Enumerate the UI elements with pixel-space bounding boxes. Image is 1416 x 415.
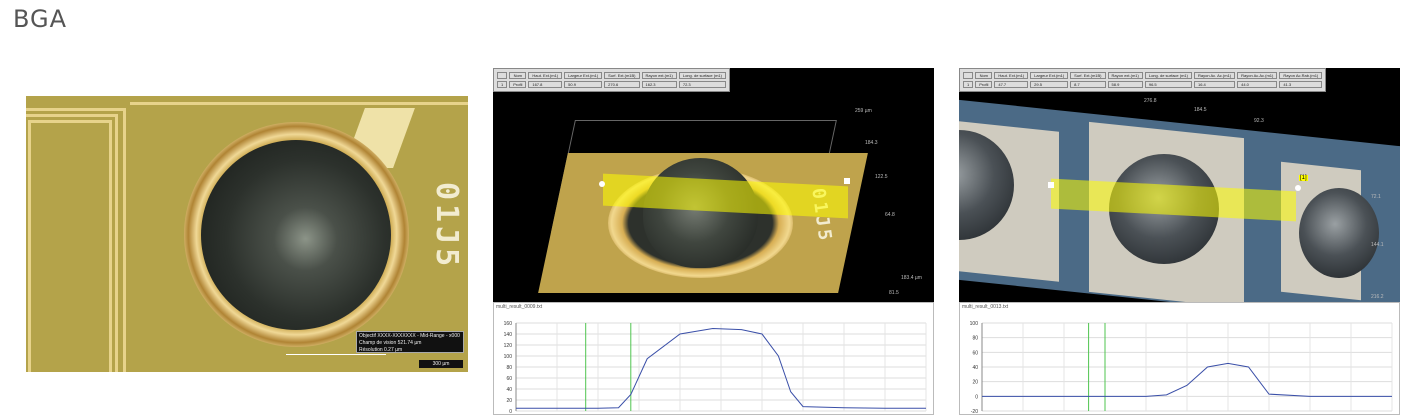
measurement-table: Nom Haut. Ext.(m1) Largeur Ext.(m1) Surf. E… [959, 68, 1327, 92]
table-cell [497, 72, 508, 79]
profile-chart: 160 140 120 100 80 60 40 20 0 [504, 321, 927, 415]
table-cell: Long. de surface (m1) [1144, 72, 1192, 79]
circuit-trace [130, 96, 468, 105]
profile-graph-bga[interactable]: multi_result_0009.txt 160 140 120 100 80 60 40… [493, 302, 934, 415]
table-cell: 41.3 [1279, 81, 1323, 88]
y-tick-label: 40 [972, 365, 978, 371]
table-cell: Surf. Ext.(m1B) [1070, 72, 1106, 79]
measurement-table: Nom Haut. Ext.(m1) Largeur Ext.(m1) Surf. E… [493, 68, 730, 92]
y-tick-label: 60 [972, 350, 978, 356]
circuit-trace [28, 120, 112, 372]
solder-ball-dome [1299, 188, 1379, 278]
table-cell: 58.9 [1107, 81, 1143, 88]
axis-label: 216.2 [1371, 294, 1384, 300]
y-tick-label: 120 [504, 343, 513, 349]
profile-chart: 100 80 60 40 20 0 -20 [970, 321, 1393, 415]
profile-marker-label: [1] [1299, 175, 1308, 181]
y-tick-label: 0 [509, 409, 512, 415]
profile-end-handle[interactable] [1295, 185, 1301, 191]
table-cell: 72.3 [678, 81, 726, 88]
table-cell: 96.5 [1144, 81, 1192, 88]
table-cell: Surf. Ext.(m1B) [604, 72, 640, 79]
table-cell [963, 72, 974, 79]
table-cell: 50.9 [564, 81, 603, 88]
axis-label: 144.1 [1371, 242, 1384, 248]
table-cell: 8.7 [1070, 81, 1106, 88]
legend-line: Objectif XXXX-XXXXXXX - Mid-Range - x000 [359, 333, 460, 339]
table-cell: Nom [975, 72, 993, 79]
table-cell: 167.8 [528, 81, 563, 88]
y-tick-label: 160 [504, 321, 513, 327]
table-cell: Profil [975, 81, 993, 88]
table-cell: Largeur Ext.(m1) [1030, 72, 1069, 79]
page-title: BGA [13, 5, 68, 33]
axis-label: 184.5 [1194, 107, 1207, 113]
table-cell: Long. de surface (m1) [678, 72, 726, 79]
axis-label: 184.3 [865, 140, 878, 146]
legend-line: Résolution 0.27 µm [359, 347, 403, 353]
solder-ball-dome [643, 158, 758, 268]
axis-label: 259 µm [855, 108, 872, 114]
y-tick-label: 40 [506, 387, 512, 393]
table-cell: Rayon Ac. Ac.(m1) [1194, 72, 1236, 79]
profile-end-handle[interactable] [844, 178, 850, 184]
axis-label: 183.4 µm [901, 275, 922, 281]
legend-line: Champ de vision 521.74 µm [359, 340, 422, 346]
scale-bar [286, 354, 386, 359]
3d-profile-view-pads[interactable]: Nom Haut. Ext.(m1) Largeur Ext.(m1) Surf. E… [959, 68, 1400, 302]
y-tick-label: 20 [506, 398, 512, 404]
table-cell: Rayon Ac.Rab.(m1) [1279, 72, 1323, 79]
y-tick-label: -20 [971, 409, 978, 415]
profile-start-handle[interactable] [1048, 182, 1054, 188]
axis-label: 122.5 [875, 174, 888, 180]
y-tick-label: 100 [504, 354, 513, 360]
table-cell: Largeur Ext.(m1) [564, 72, 603, 79]
table-cell: Rayon ext.(m1) [641, 72, 677, 79]
graph-caption: multi_result_0013.txt [962, 304, 1009, 310]
table-cell: Profil [509, 81, 527, 88]
scale-bar-label: 300 µm [419, 360, 463, 368]
table-cell: 162.3 [641, 81, 677, 88]
measurement-legend: Objectif XXXX-XXXXXXX - Mid-Range - x000… [356, 331, 464, 353]
graph-caption: multi_result_0009.txt [496, 304, 543, 310]
component-marking: 01J5 [429, 182, 464, 271]
table-cell: Rayon Ac.Ac.(m1) [1237, 72, 1278, 79]
table-cell: 1 [497, 81, 508, 88]
profile-start-handle[interactable] [599, 181, 605, 187]
y-tick-label: 140 [504, 332, 513, 338]
axis-label: 72.1 [1371, 194, 1381, 200]
axis-label: 92.3 [1254, 118, 1264, 124]
table-cell: 270.6 [604, 81, 640, 88]
table-cell: Haut. Ext.(m1) [994, 72, 1029, 79]
y-tick-label: 80 [506, 365, 512, 371]
table-cell: 44.0 [1237, 81, 1278, 88]
table-cell: 29.5 [1030, 81, 1069, 88]
table-cell: 16.4 [1194, 81, 1236, 88]
axis-label: 81.5 [889, 290, 899, 296]
3d-profile-view-bga[interactable]: Nom Haut. Ext.(m1) Largeur Ext.(m1) Surf. E… [493, 68, 934, 302]
profile-graph-pads[interactable]: multi_result_0013.txt 100 80 60 40 20 0 -20 [959, 302, 1400, 415]
table-cell: Haut. Ext.(m1) [528, 72, 563, 79]
solder-ball [201, 140, 391, 330]
y-tick-label: 0 [975, 394, 978, 400]
table-cell: Nom [509, 72, 527, 79]
table-cell: 47.7 [994, 81, 1029, 88]
table-cell: 1 [963, 81, 974, 88]
axis-label: 276.8 [1144, 98, 1157, 104]
y-tick-label: 60 [506, 376, 512, 382]
y-tick-label: 100 [970, 321, 979, 327]
axis-label: 64.8 [885, 212, 895, 218]
y-tick-label: 20 [972, 380, 978, 386]
y-tick-label: 80 [972, 336, 978, 342]
microscope-photo[interactable]: 01J5 Objectif XXXX-XXXXXXX - Mid-Range -… [26, 96, 468, 372]
table-cell: Rayon ext.(m1) [1107, 72, 1143, 79]
